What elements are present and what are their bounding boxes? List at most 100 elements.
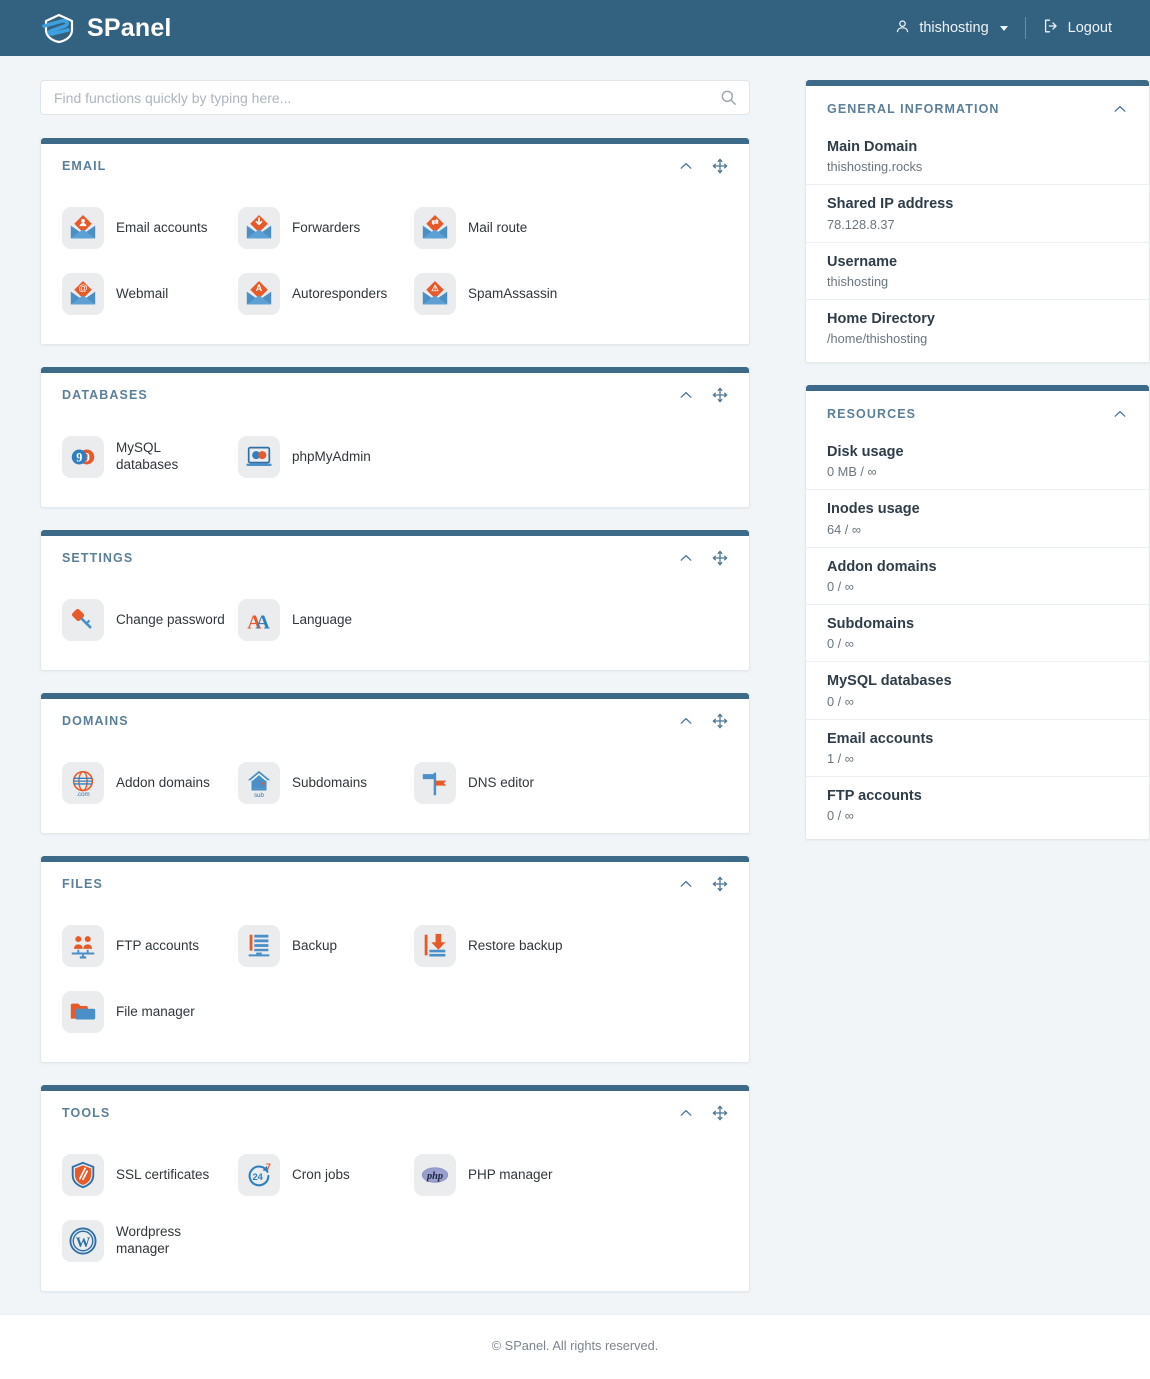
info-row: Email accounts 1 / ∞	[806, 718, 1149, 776]
user-menu[interactable]: thishosting	[895, 19, 1008, 38]
collapse-icon[interactable]	[678, 158, 694, 174]
section-tools	[678, 1105, 728, 1121]
function-tile-phpmyadmin[interactable]: phpMyAdmin	[238, 429, 414, 485]
function-tile-email-accounts[interactable]: Email accounts	[62, 200, 238, 256]
svg-text:A: A	[256, 611, 271, 633]
function-tile-mysql-databases[interactable]: 9 9 MySQL databases	[62, 429, 238, 485]
collapse-icon[interactable]	[678, 387, 694, 403]
user-name: thishosting	[919, 20, 989, 36]
language-icon: AA	[238, 599, 280, 641]
info-row: Disk usage 0 MB / ∞	[806, 433, 1149, 489]
brand[interactable]: SPanel	[42, 12, 172, 44]
function-tile-autoresponders[interactable]: A Autoresponders	[238, 266, 414, 322]
main-column: EMAIL Email accounts Forwarders ⇄ Mail route…	[40, 80, 750, 1314]
collapse-icon[interactable]	[1112, 406, 1128, 422]
function-tile-php-manager[interactable]: php PHP manager	[414, 1147, 590, 1203]
function-tile-subdomains[interactable]: sub Subdomains	[238, 755, 414, 811]
resources-title: RESOURCES	[827, 407, 917, 422]
function-tile-addon-domains[interactable]: .com Addon domains	[62, 755, 238, 811]
info-row-label: Disk usage	[827, 444, 904, 461]
function-tile-ssl-certificates[interactable]: SSL certificates	[62, 1147, 238, 1203]
page-footer: © SPanel. All rights reserved.	[0, 1314, 1150, 1379]
resources-panel: RESOURCES Disk usage 0 MB / ∞ Inodes usage…	[805, 385, 1150, 841]
section-header: DATABASES	[41, 373, 749, 413]
info-row: Main Domain thishosting.rocks	[806, 128, 1149, 184]
section-tools	[678, 158, 728, 174]
collapse-icon[interactable]	[678, 550, 694, 566]
function-tile-file-manager[interactable]: File manager	[62, 984, 238, 1040]
info-row: Subdomains 0 / ∞	[806, 604, 1149, 661]
function-tile-wordpress-manager[interactable]: W Wordpress manager	[62, 1213, 238, 1269]
info-row-value: 78.128.8.37	[827, 216, 895, 232]
function-tile-label: Forwarders	[292, 219, 361, 235]
general-information-title: GENERAL INFORMATION	[827, 102, 1000, 116]
function-tile-ftp-accounts[interactable]: FTP accounts	[62, 918, 238, 974]
info-row-value: 0 / ∞	[827, 693, 854, 709]
info-row-label: Subdomains	[827, 616, 915, 633]
function-tile-webmail[interactable]: @ Webmail	[62, 266, 238, 322]
function-tile-dns-editor[interactable]: DNS editor	[414, 755, 590, 811]
svg-text:@: @	[78, 283, 88, 293]
function-tile-restore-backup[interactable]: Restore backup	[414, 918, 590, 974]
wordpress-icon: W	[62, 1220, 104, 1262]
function-tile-label: FTP accounts	[116, 937, 200, 953]
move-handle-icon[interactable]	[712, 387, 728, 403]
function-tile-spamassassin[interactable]: ⚠ SpamAssassin	[414, 266, 590, 322]
resources-header: RESOURCES	[806, 391, 1149, 433]
function-tile-change-password[interactable]: Change password	[62, 592, 238, 648]
info-row-value: 1 / ∞	[827, 750, 854, 766]
collapse-icon[interactable]	[1112, 101, 1128, 117]
section-tiles: .com Addon domains sub Subdomains DNS editor	[41, 739, 749, 833]
spanel-logo-icon	[42, 12, 76, 44]
clock-247-icon: 24 7	[238, 1154, 280, 1196]
function-tile-label: DNS editor	[468, 774, 535, 790]
logout-button[interactable]: Logout	[1043, 18, 1112, 38]
move-handle-icon[interactable]	[712, 876, 728, 892]
info-row-value: /home/thishosting	[827, 331, 928, 347]
php-icon: php	[414, 1154, 456, 1196]
move-handle-icon[interactable]	[712, 1105, 728, 1121]
function-tile-label: SpamAssassin	[468, 285, 558, 301]
svg-text:9: 9	[76, 451, 82, 465]
move-handle-icon[interactable]	[712, 158, 728, 174]
info-row: Addon domains 0 / ∞	[806, 546, 1149, 604]
function-tile-mail-route[interactable]: ⇄ Mail route	[414, 200, 590, 256]
function-tile-backup[interactable]: Backup	[238, 918, 414, 974]
function-tile-forwarders[interactable]: Forwarders	[238, 200, 414, 256]
move-handle-icon[interactable]	[712, 713, 728, 729]
function-tile-label: Subdomains	[292, 774, 368, 790]
collapse-icon[interactable]	[678, 713, 694, 729]
general-information-rows: Main Domain thishosting.rocks Shared IP ad…	[806, 128, 1149, 362]
section-card-email: EMAIL Email accounts Forwarders ⇄ Mail route…	[40, 138, 750, 345]
header-divider	[1024, 17, 1026, 39]
svg-text:24: 24	[252, 1172, 263, 1182]
info-row-value: thishosting.rocks	[827, 159, 923, 175]
info-row-label: Username	[827, 253, 898, 270]
function-tile-label: Cron jobs	[292, 1166, 350, 1182]
function-tile-label: Wordpress manager	[116, 1224, 182, 1256]
section-header: DOMAINS	[41, 699, 749, 739]
collapse-icon[interactable]	[678, 1105, 694, 1121]
section-tiles: FTP accounts Backup Restore backup File man…	[41, 902, 749, 1062]
function-tile-label: Change password	[116, 611, 225, 627]
info-row-value: 0 / ∞	[827, 579, 854, 595]
section-card-tools: TOOLS SSL certificates 24 7 Cron jobs php PHP …	[40, 1085, 750, 1292]
user-icon	[895, 19, 910, 38]
search-area	[40, 80, 750, 115]
info-row-value: 0 / ∞	[827, 808, 854, 824]
info-row-label: MySQL databases	[827, 673, 952, 690]
section-tools	[678, 876, 728, 892]
folder-icon	[62, 991, 104, 1033]
info-row-label: Addon domains	[827, 558, 937, 575]
function-tile-language[interactable]: A A Language	[238, 592, 414, 648]
phpmyadmin-icon	[238, 436, 280, 478]
search-icon[interactable]	[720, 89, 737, 106]
move-handle-icon[interactable]	[712, 550, 728, 566]
info-row-value: 64 / ∞	[827, 521, 862, 537]
search-input[interactable]	[40, 80, 750, 115]
info-row-value: thishosting	[827, 273, 889, 289]
function-tile-cron-jobs[interactable]: 24 7 Cron jobs	[238, 1147, 414, 1203]
svg-text:⇄: ⇄	[431, 217, 438, 227]
envelope-route-icon: ⇄	[414, 207, 456, 249]
collapse-icon[interactable]	[678, 876, 694, 892]
